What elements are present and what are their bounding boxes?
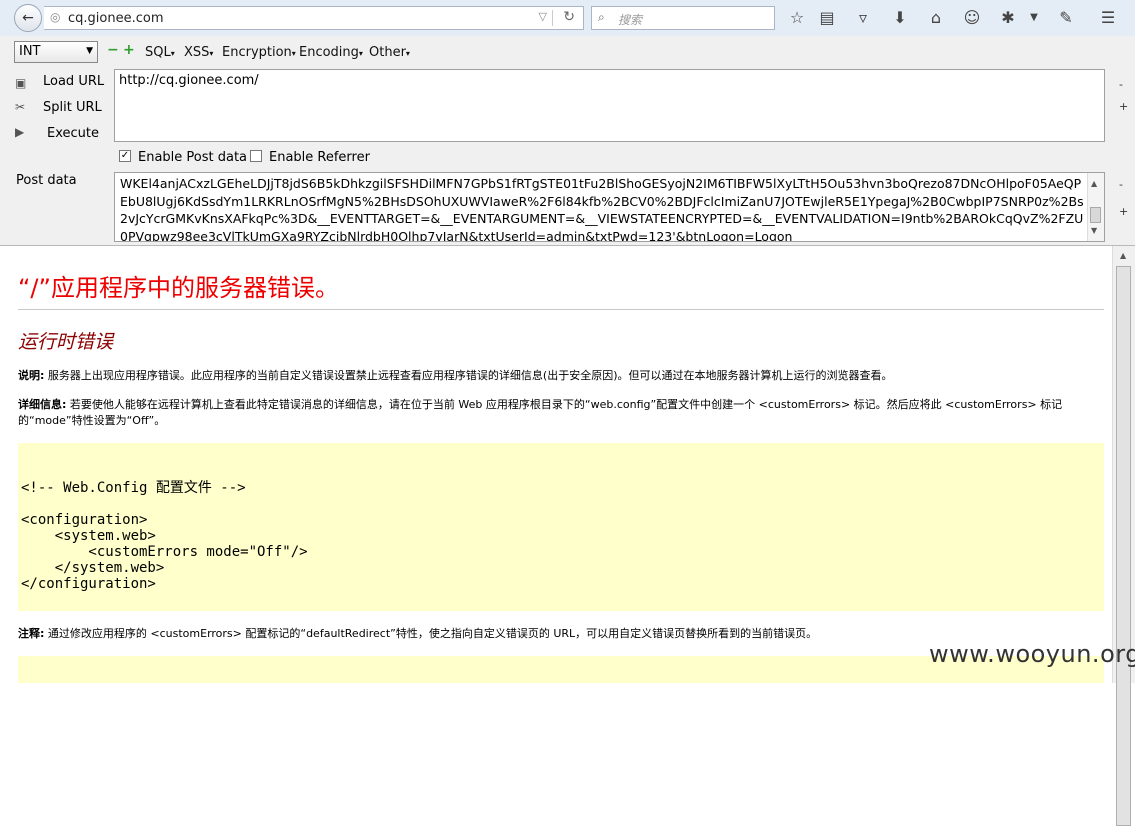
details-paragraph: 详细信息: 若要使他人能够在远程计算机上查看此特定错误消息的详细信息，请在位于当… [18,397,1104,429]
reload-icon[interactable]: ↻ [563,9,575,25]
menu-other[interactable]: Other▾ [369,45,410,60]
home-icon[interactable]: ⌂ [925,7,947,29]
enable-referrer-label: Enable Referrer [269,150,370,165]
menu-encryption-label: Encryption [222,45,292,60]
extension-icon[interactable]: ✱ [997,7,1019,29]
history-dropdown-icon[interactable]: ▽ [539,10,547,23]
menu-icon[interactable]: ☰ [1097,7,1119,29]
page-scroll-thumb[interactable] [1116,266,1131,826]
reading-list-icon[interactable]: ▤ [816,7,838,29]
url-collapse-icon[interactable]: - [1119,78,1123,91]
description-text: 服务器上出现应用程序错误。此应用程序的当前自定义错误设置禁止远程查看应用程序错误… [44,369,893,382]
note-text: 通过修改应用程序的 <customErrors> 配置标记的“defaultRe… [44,627,818,640]
enable-post-checkbox[interactable]: ✓ [119,150,131,162]
description-label: 说明: [18,369,45,382]
post-data-text: WKEl4anjACxzLGEheLDJjT8jdS6B5kDhkzgilSFS… [120,176,1084,242]
execute-icon: ▶ [15,125,25,139]
enable-referrer-checkbox[interactable] [250,150,262,162]
chevron-down-icon: ▼ [86,46,93,56]
chat-icon[interactable]: ☺ [961,7,983,29]
scroll-up-icon[interactable]: ▲ [1091,175,1097,193]
details-text: 若要使他人能够在远程计算机上查看此特定错误消息的详细信息，请在位于当前 Web … [18,398,1063,427]
caret-icon: ▾ [170,49,175,58]
split-url-button[interactable]: Split URL [43,100,102,115]
pocket-icon[interactable]: ▿ [852,7,874,29]
note-label: 注释: [18,627,45,640]
url-expand-icon[interactable]: + [1119,100,1128,113]
search-placeholder: 搜索 [618,13,643,27]
details-label: 详细信息: [18,398,67,411]
enable-post-label: Enable Post data [138,150,248,165]
address-bar[interactable]: ◎ cq.gionee.com ▽ ↻ [44,6,584,30]
page-scrollbar[interactable]: ▲ [1112,246,1135,826]
description-paragraph: 说明: 服务器上出现应用程序错误。此应用程序的当前自定义错误设置禁止远程查看应用… [18,368,1108,384]
menu-other-label: Other [369,45,406,60]
post-collapse-icon[interactable]: - [1119,178,1123,191]
url-textarea[interactable]: http://cq.gionee.com/ [114,69,1105,142]
overflow-dropdown-icon[interactable]: ▼ [1023,7,1045,29]
caret-icon: ▾ [209,49,214,58]
back-button[interactable]: ← [14,4,42,32]
post-scrollbar[interactable]: ▲ ▼ [1087,173,1104,241]
scroll-up-icon[interactable]: ▲ [1120,251,1126,260]
menu-encoding[interactable]: Encoding▾ [299,45,363,60]
caret-icon: ▾ [405,49,410,58]
check-icon: ✓ [120,150,130,161]
globe-icon: ◎ [50,10,61,24]
load-url-icon: ▣ [15,76,27,90]
post-data-label: Post data [16,173,77,188]
type-select-value: INT [19,44,41,59]
menu-encoding-label: Encoding [299,45,359,60]
search-icon: ⌕ [598,10,605,24]
type-select[interactable]: INT ▼ [14,41,98,63]
address-divider [552,10,553,26]
minus-icon[interactable]: − [107,42,119,58]
notes-icon[interactable]: ✎ [1055,7,1077,29]
scroll-down-icon[interactable]: ▼ [1091,222,1097,240]
load-url-button[interactable]: Load URL [43,74,104,89]
menu-encryption[interactable]: Encryption▾ [222,45,296,60]
page-title: “/”应用程序中的服务器错误。 [18,274,339,302]
arrow-left-icon: ← [22,10,34,26]
address-text[interactable]: cq.gionee.com [68,11,163,26]
post-expand-icon[interactable]: + [1119,205,1128,218]
watermark: www.wooyun.org [929,640,1135,668]
plus-icon[interactable]: + [123,42,135,58]
code-text: <!-- Web.Config 配置文件 --> <configuration>… [21,480,308,592]
menu-sql-label: SQL [145,45,171,60]
error-subtitle: 运行时错误 [18,331,114,353]
caret-icon: ▾ [358,49,363,58]
bookmark-star-icon[interactable]: ☆ [786,7,808,29]
download-icon[interactable]: ⬇ [889,7,911,29]
menu-xss-label: XSS [184,45,210,60]
search-box[interactable]: ⌕ 搜索 [591,6,775,30]
execute-button[interactable]: Execute [47,126,99,141]
scissors-icon: ✂ [15,100,26,114]
menu-sql[interactable]: SQL▾ [145,45,175,60]
menu-xss[interactable]: XSS▾ [184,45,213,60]
caret-icon: ▾ [291,49,296,58]
code-block: <!-- Web.Config 配置文件 --> <configuration>… [18,443,1104,611]
divider [18,309,1104,310]
post-data-textarea[interactable]: WKEl4anjACxzLGEheLDJjT8jdS6B5kDhkzgilSFS… [114,172,1105,242]
